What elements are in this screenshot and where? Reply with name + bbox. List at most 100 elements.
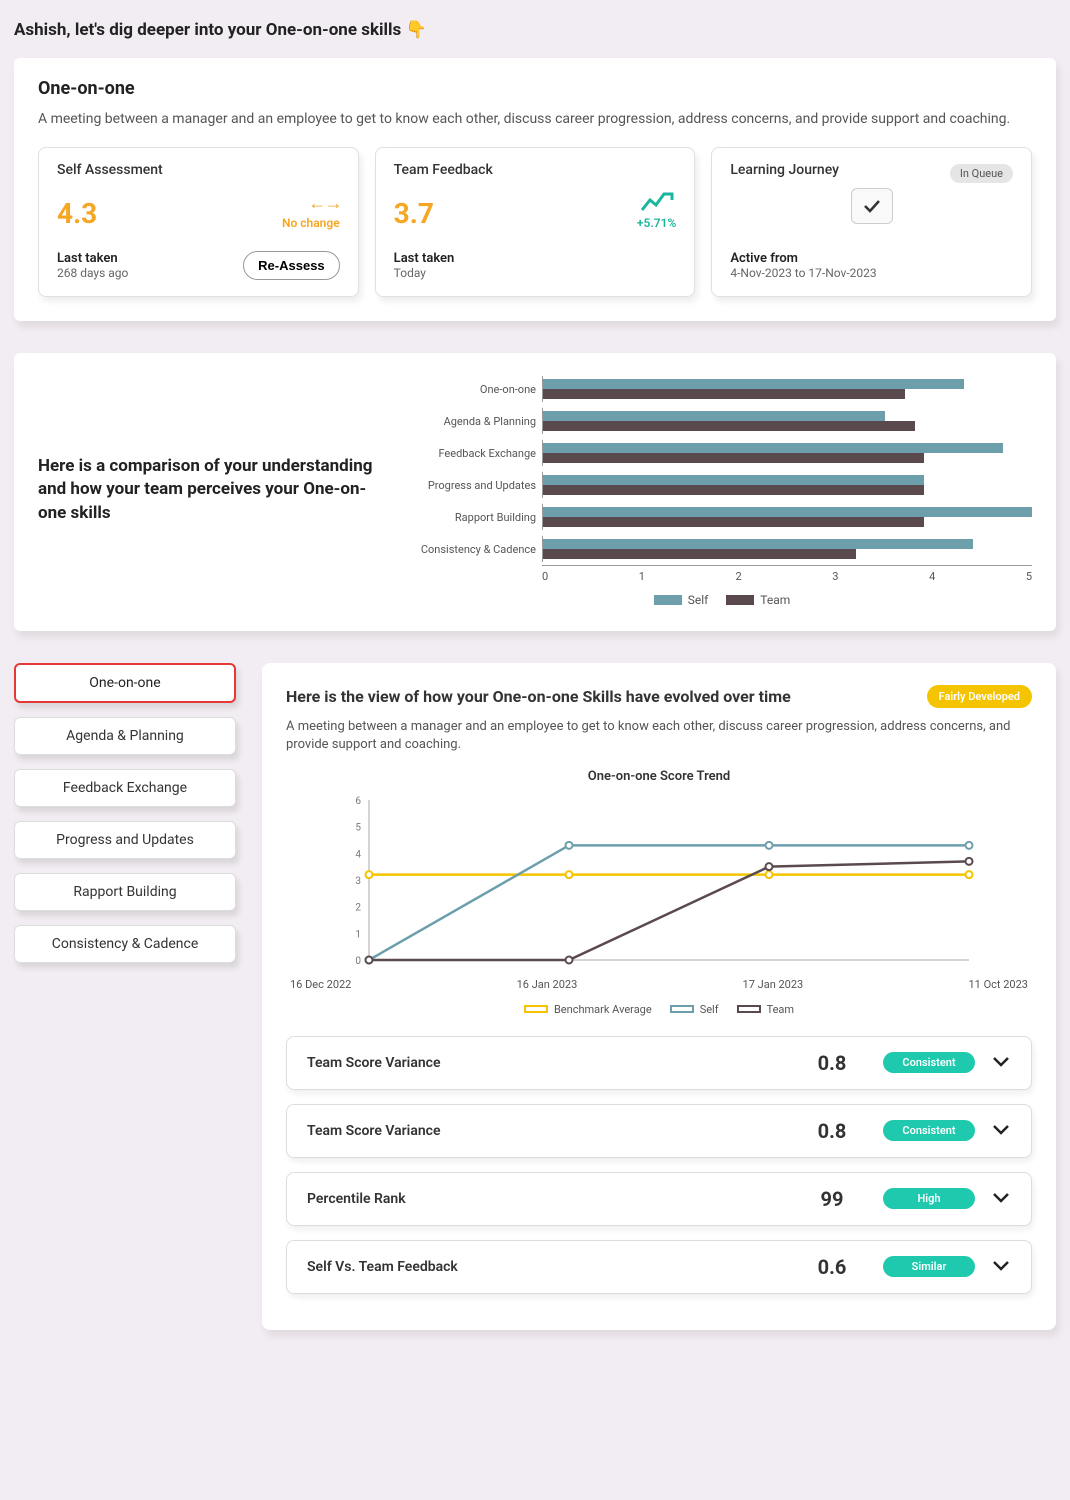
bar-row: Agenda & Planning: [412, 405, 1032, 437]
journey-active-label: Active from: [730, 251, 876, 266]
self-score: 4.3: [57, 197, 97, 230]
trend-up-icon: [640, 190, 676, 214]
stat-label: Percentile Rank: [307, 1191, 781, 1207]
journey-title: Learning Journey: [730, 162, 839, 178]
bar-team: [543, 421, 915, 431]
self-last-label: Last taken: [57, 251, 128, 266]
page-title: Ashish, let's dig deeper into your One-o…: [14, 20, 1056, 40]
stat-value: 0.8: [797, 1119, 867, 1143]
skill-tab[interactable]: Rapport Building: [14, 873, 236, 911]
legend-self-swatch: [654, 595, 682, 605]
stat-label: Team Score Variance: [307, 1123, 781, 1139]
team-last-value: Today: [394, 266, 455, 280]
x-tick-label: 17 Jan 2023: [743, 978, 804, 991]
skill-tab[interactable]: One-on-one: [14, 663, 236, 703]
bar-category-label: Rapport Building: [412, 511, 542, 524]
stat-badge: Similar: [883, 1256, 975, 1277]
self-title: Self Assessment: [57, 162, 340, 178]
stat-value: 0.6: [797, 1255, 867, 1279]
svg-text:0: 0: [355, 956, 361, 967]
bar-self: [543, 411, 885, 421]
trend-card: Here is the view of how your One-on-one …: [262, 663, 1056, 1329]
stat-row[interactable]: Team Score Variance 0.8 Consistent: [286, 1036, 1032, 1090]
x-tick-label: 16 Jan 2023: [517, 978, 578, 991]
trend-chart-title: One-on-one Score Trend: [286, 769, 1032, 784]
skill-tab[interactable]: Feedback Exchange: [14, 769, 236, 807]
chevron-down-icon[interactable]: [991, 1053, 1011, 1072]
trend-legend-item: Benchmark Average: [524, 1003, 652, 1016]
journey-active-value: 4-Nov-2023 to 17-Nov-2023: [730, 266, 876, 280]
bar-row: Progress and Updates: [412, 469, 1032, 501]
chevron-down-icon[interactable]: [991, 1257, 1011, 1276]
bar-category-label: One-on-one: [412, 383, 542, 396]
trend-legend-item: Self: [670, 1003, 719, 1016]
skill-tab[interactable]: Progress and Updates: [14, 821, 236, 859]
bar-team: [543, 485, 924, 495]
metric-row: Self Assessment 4.3 ← → No change Last t…: [38, 147, 1032, 297]
legend-self-label: Self: [688, 593, 709, 607]
overview-card: One-on-one A meeting between a manager a…: [14, 58, 1056, 321]
self-assessment-card: Self Assessment 4.3 ← → No change Last t…: [38, 147, 359, 297]
chart-x-axis: 012345: [542, 565, 1032, 583]
bar-row: Rapport Building: [412, 501, 1032, 533]
stat-row[interactable]: Team Score Variance 0.8 Consistent: [286, 1104, 1032, 1158]
chevron-down-icon[interactable]: [991, 1189, 1011, 1208]
team-score: 3.7: [394, 197, 434, 230]
reassess-button[interactable]: Re-Assess: [243, 251, 340, 280]
bar-row: One-on-one: [412, 373, 1032, 405]
bar-category-label: Feedback Exchange: [412, 447, 542, 460]
bar-row: Feedback Exchange: [412, 437, 1032, 469]
bar-team: [543, 517, 924, 527]
trend-x-labels: 16 Dec 202216 Jan 202317 Jan 202311 Oct …: [286, 978, 1032, 991]
skill-tab[interactable]: Agenda & Planning: [14, 717, 236, 755]
stat-badge: Consistent: [883, 1052, 975, 1073]
stat-row[interactable]: Self Vs. Team Feedback 0.6 Similar: [286, 1240, 1032, 1294]
stat-value: 99: [797, 1187, 867, 1211]
svg-text:2: 2: [355, 902, 361, 913]
trend-legend-item: Team: [737, 1003, 795, 1016]
skill-tab-list: One-on-one Agenda & Planning Feedback Exch…: [14, 663, 236, 963]
skill-tab[interactable]: Consistency & Cadence: [14, 925, 236, 963]
svg-text:5: 5: [355, 822, 361, 833]
comparison-legend: Self Team: [412, 593, 1032, 607]
chevron-down-icon[interactable]: [991, 1121, 1011, 1140]
journey-check-button[interactable]: [851, 188, 893, 224]
self-delta: ← → No change: [282, 193, 340, 230]
stat-badge: High: [883, 1188, 975, 1209]
bar-self: [543, 539, 973, 549]
trend-description: A meeting between a manager and an emplo…: [286, 718, 1032, 754]
team-title: Team Feedback: [394, 162, 677, 178]
team-delta: +5.71%: [637, 190, 676, 230]
bar-category-label: Agenda & Planning: [412, 415, 542, 428]
trend-status-badge: Fairly Developed: [927, 685, 1032, 708]
bar-self: [543, 507, 1032, 517]
self-delta-text: No change: [282, 216, 340, 230]
stat-value: 0.8: [797, 1051, 867, 1075]
overview-description: A meeting between a manager and an emplo…: [38, 109, 1032, 129]
overview-title: One-on-one: [38, 78, 1032, 99]
bar-self: [543, 379, 964, 389]
x-tick-label: 16 Dec 2022: [290, 978, 351, 991]
trend-title: Here is the view of how your One-on-one …: [286, 687, 791, 706]
stat-row[interactable]: Percentile Rank 99 High: [286, 1172, 1032, 1226]
svg-text:3: 3: [355, 876, 361, 887]
team-delta-text: +5.71%: [637, 216, 676, 230]
comparison-heading: Here is a comparison of your understandi…: [38, 455, 388, 526]
svg-text:1: 1: [355, 929, 361, 940]
team-last-label: Last taken: [394, 251, 455, 266]
no-change-icon: ← →: [282, 193, 340, 214]
bar-category-label: Progress and Updates: [412, 479, 542, 492]
svg-text:6: 6: [355, 796, 361, 807]
bar-team: [543, 389, 905, 399]
stat-badge: Consistent: [883, 1120, 975, 1141]
trend-legend: Benchmark Average Self Team: [286, 1003, 1032, 1016]
bar-category-label: Consistency & Cadence: [412, 543, 542, 556]
legend-team-swatch: [726, 595, 754, 605]
stat-label: Self Vs. Team Feedback: [307, 1259, 781, 1275]
bar-row: Consistency & Cadence: [412, 533, 1032, 565]
bar-team: [543, 549, 856, 559]
team-feedback-card: Team Feedback 3.7 +5.71% Last taken Toda…: [375, 147, 696, 297]
check-icon: [863, 199, 881, 213]
queue-badge: In Queue: [950, 164, 1013, 183]
comparison-card: Here is a comparison of your understandi…: [14, 353, 1056, 631]
